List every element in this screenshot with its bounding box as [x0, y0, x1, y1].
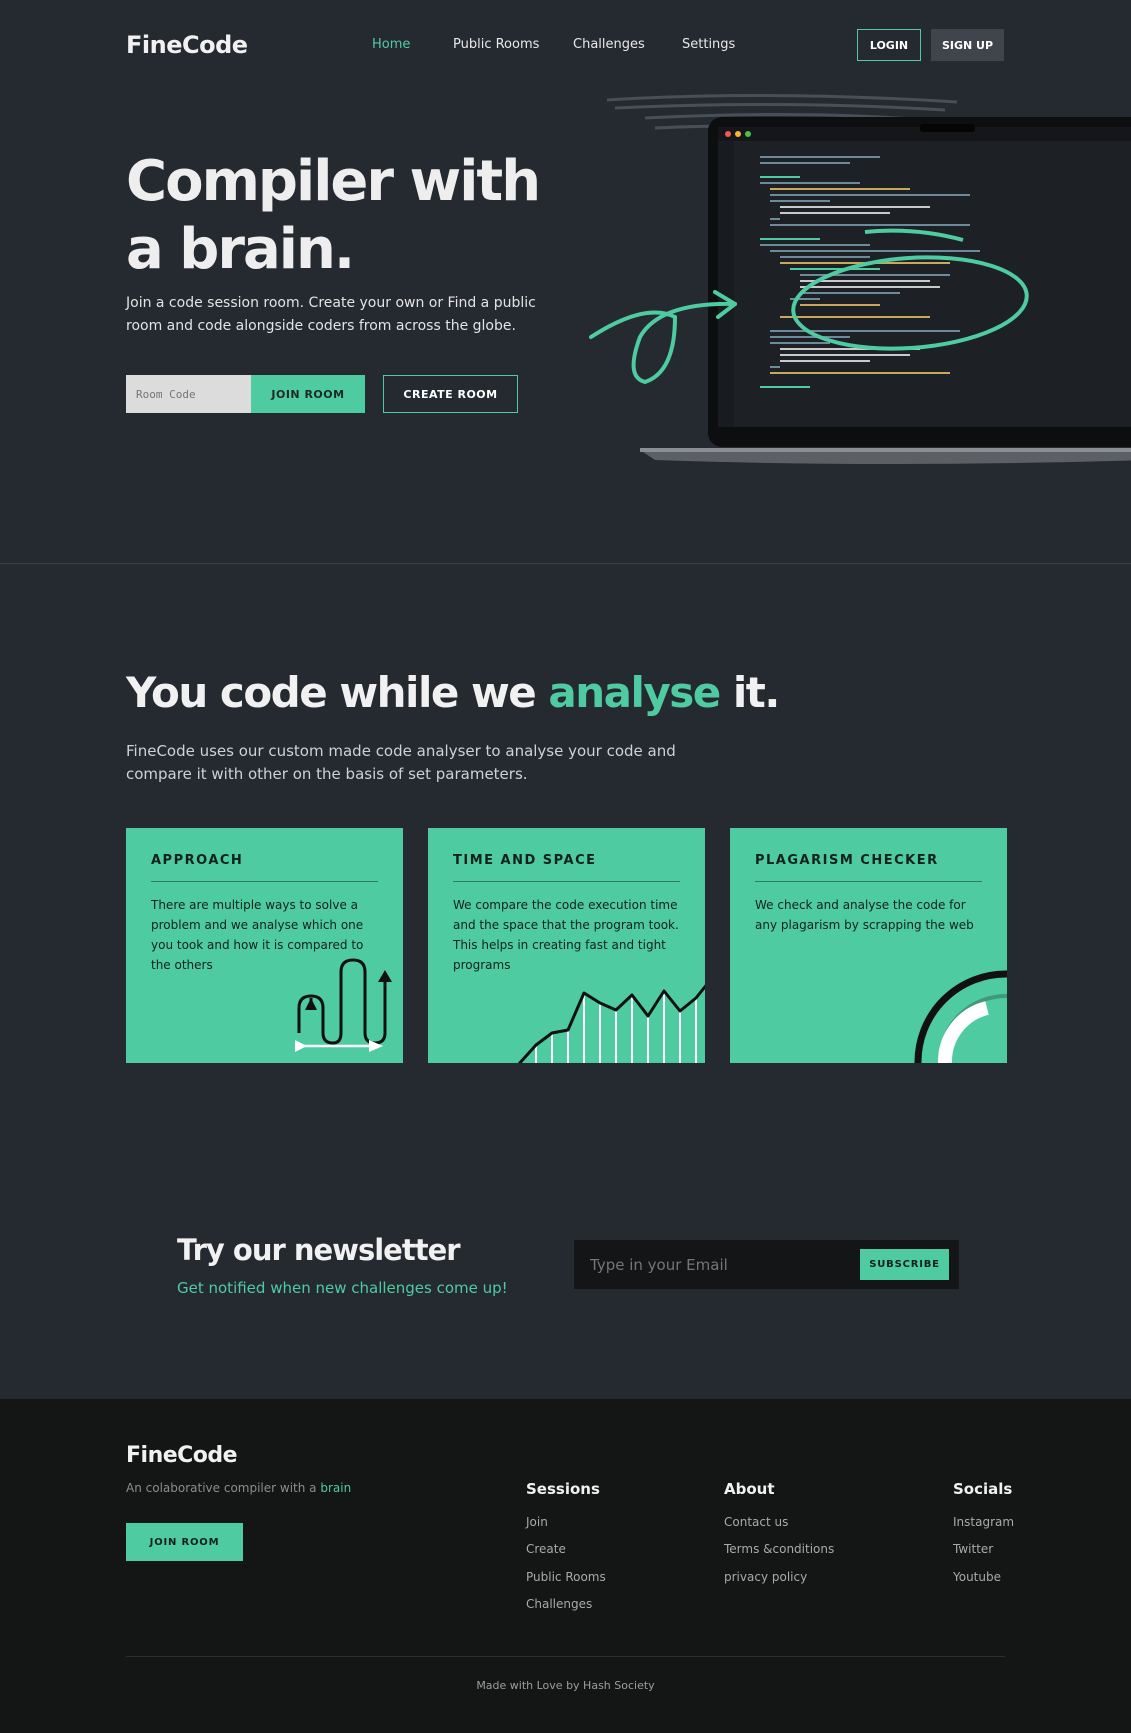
footer-col-socials-title: Socials: [953, 1480, 1013, 1498]
newsletter-subtitle: Get notified when new challenges come up…: [177, 1279, 508, 1297]
newsletter-title: Try our newsletter: [177, 1233, 461, 1267]
analyse-subtitle: FineCode uses our custom made code analy…: [126, 742, 676, 783]
laptop-code-illustration: [585, 92, 1131, 472]
hero-title: Compiler with a brain.: [126, 148, 556, 284]
logo[interactable]: FineCode: [126, 31, 248, 59]
footer-logo[interactable]: FineCode: [126, 1443, 238, 1468]
analyse-title: You code while we analyse it.: [126, 668, 780, 717]
footer-col-sessions-title: Sessions: [526, 1480, 600, 1498]
footer-link-twitter[interactable]: Twitter: [953, 1542, 993, 1556]
footer-link-challenges[interactable]: Challenges: [526, 1597, 592, 1611]
footer-link-public-rooms[interactable]: Public Rooms: [526, 1570, 606, 1584]
analyse-title-before: You code while we: [126, 668, 549, 717]
footer-link-join[interactable]: Join: [526, 1515, 548, 1529]
nav-home[interactable]: Home: [372, 37, 410, 52]
hero-title-line1: Compiler with: [126, 149, 541, 214]
nav-settings[interactable]: Settings: [682, 37, 735, 52]
footer-link-terms[interactable]: Terms &conditions: [724, 1542, 834, 1556]
path-arrows-icon: [295, 958, 392, 1052]
hero-title-line2: a brain.: [126, 217, 355, 282]
newsletter-form: SUBSCRIBE: [574, 1240, 959, 1289]
footer-link-youtube[interactable]: Youtube: [953, 1570, 1001, 1584]
email-input[interactable]: [590, 1240, 840, 1289]
card-divider: [151, 881, 378, 882]
signup-button[interactable]: SIGN UP: [931, 29, 1004, 61]
footer-tagline-text: An colaborative compiler with a: [126, 1481, 321, 1495]
login-button[interactable]: LOGIN: [857, 29, 921, 61]
footer-link-instagram[interactable]: Instagram: [953, 1515, 1014, 1529]
card-title: TIME AND SPACE: [453, 853, 597, 868]
feature-card-plagiarism: PLAGARISM CHECKER We check and analyse t…: [730, 828, 1007, 1063]
arc-gauge-icon: [914, 970, 1007, 1063]
card-text: We check and analyse the code for any pl…: [755, 898, 974, 932]
feature-card-time-space: TIME AND SPACE We compare the code execu…: [428, 828, 705, 1063]
analyse-title-after: it.: [719, 668, 780, 717]
footer-divider: [126, 1656, 1005, 1657]
create-room-button[interactable]: CREATE ROOM: [383, 375, 518, 413]
footer-link-contact[interactable]: Contact us: [724, 1515, 788, 1529]
card-title: PLAGARISM CHECKER: [755, 853, 939, 868]
card-divider: [453, 881, 680, 882]
footer-join-room-button[interactable]: JOIN ROOM: [126, 1523, 243, 1561]
card-text: We compare the code execution time and t…: [453, 898, 679, 972]
footer-link-create[interactable]: Create: [526, 1542, 566, 1556]
footer-col-about-title: About: [724, 1480, 775, 1498]
footer: FineCode An colaborative compiler with a…: [0, 1399, 1131, 1733]
join-room-button[interactable]: JOIN ROOM: [251, 375, 365, 413]
footer-credit: Made with Love by Hash Society: [476, 1679, 655, 1692]
nav-challenges[interactable]: Challenges: [573, 37, 645, 52]
footer-tagline: An colaborative compiler with a brain: [126, 1481, 351, 1495]
hero-subtitle: Join a code session room. Create your ow…: [126, 295, 536, 334]
subscribe-button[interactable]: SUBSCRIBE: [860, 1249, 949, 1280]
footer-link-privacy[interactable]: privacy policy: [724, 1570, 807, 1584]
card-divider: [755, 881, 982, 882]
line-graph-icon: [518, 984, 705, 1063]
nav-public-rooms[interactable]: Public Rooms: [453, 37, 539, 52]
section-divider: [0, 563, 1131, 564]
room-code-input[interactable]: [126, 375, 251, 413]
footer-tagline-highlight: brain: [320, 1481, 352, 1495]
feature-card-approach: APPROACH There are multiple ways to solv…: [126, 828, 403, 1063]
card-title: APPROACH: [151, 853, 244, 868]
analyse-title-highlight: analyse: [548, 668, 721, 717]
